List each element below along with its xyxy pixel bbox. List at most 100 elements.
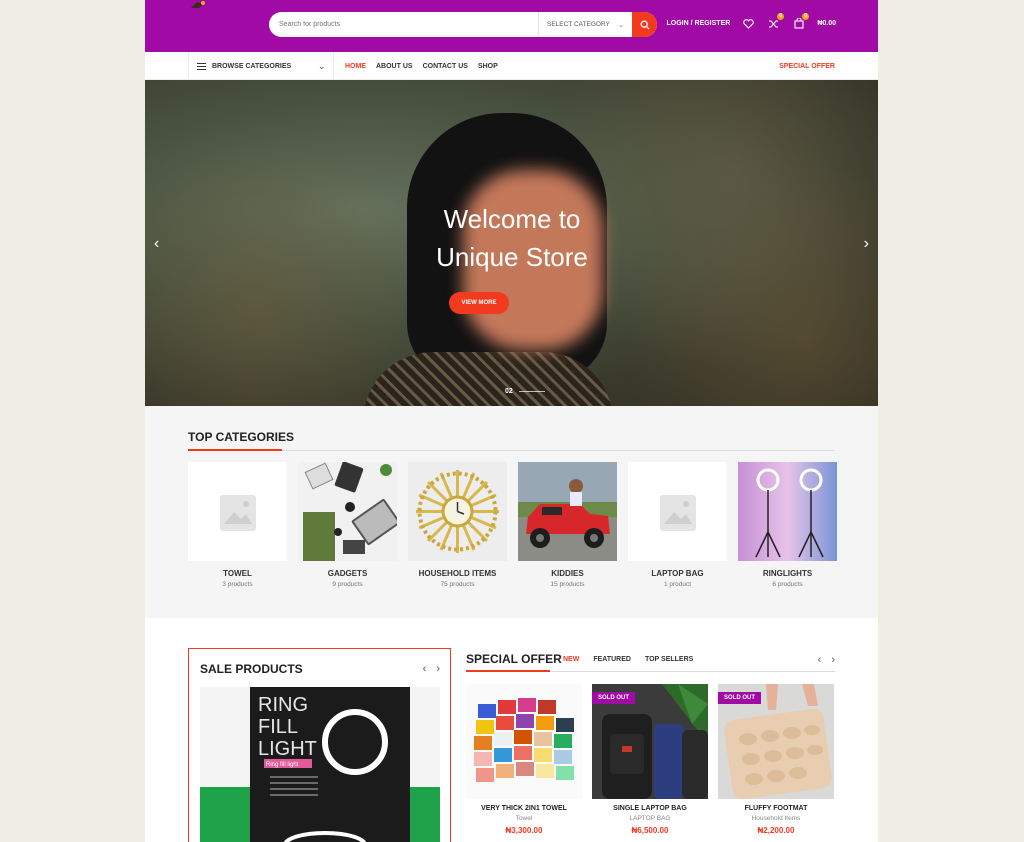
category-image[interactable] <box>518 462 617 561</box>
special-offer-products: VERY THICK 2IN1 TOWEL Towel ₦3,300.00 SO… <box>466 684 834 835</box>
search-input[interactable] <box>269 12 538 37</box>
tab-new[interactable]: NEW <box>563 656 579 663</box>
sale-products-title: SALE PRODUCTS <box>200 662 303 676</box>
category-image[interactable] <box>298 462 397 561</box>
product-card[interactable]: SOLD OUT FLUFFY FOOTMAT Household Items … <box>718 684 834 835</box>
category-name[interactable]: TOWEL <box>188 569 287 578</box>
category-card-gadgets[interactable]: GADGETS 9 products <box>298 462 397 588</box>
category-card-kiddies[interactable]: KIDDIES 15 products <box>518 462 617 588</box>
browse-categories-label: BROWSE CATEGORIES <box>212 62 292 70</box>
category-name[interactable]: LAPTOP BAG <box>628 569 727 578</box>
category-card-ringlights[interactable]: RINGLIGHTS 6 products <box>738 462 837 588</box>
product-name[interactable]: VERY THICK 2IN1 TOWEL <box>466 805 582 812</box>
category-card-towel[interactable]: TOWEL 3 products <box>188 462 287 588</box>
nav-item-shop[interactable]: SHOP <box>478 63 498 70</box>
offer-carousel-nav: ‹ › <box>818 654 835 666</box>
product-name[interactable]: SINGLE LAPTOP BAG <box>592 805 708 812</box>
hero-slider: Welcome to Unique Store VIEW MORE ‹ › 02 <box>145 80 878 406</box>
section-divider <box>188 449 835 451</box>
product-name[interactable]: FLUFFY FOOTMAT <box>718 805 834 812</box>
chevron-right-icon[interactable]: › <box>831 654 835 666</box>
main-navigation: BROWSE CATEGORIES ⌄ HOME ABOUT US CONTAC… <box>145 52 878 80</box>
product-card[interactable]: SOLD OUT SINGLE LAPTOP BAG LAPTOP BAG ₦6… <box>592 684 708 835</box>
special-offer-title: SPECIAL OFFER <box>466 652 562 666</box>
nav-item-about-us[interactable]: ABOUT US <box>376 63 413 70</box>
category-name[interactable]: HOUSEHOLD ITEMS <box>408 569 507 578</box>
chevron-left-icon[interactable]: ‹ <box>818 654 822 666</box>
category-name[interactable]: KIDDIES <box>518 569 617 578</box>
product-image[interactable] <box>466 684 582 799</box>
category-grid: TOWEL 3 products GADGETS 9 products HOUS… <box>188 462 837 588</box>
wall-clock-image <box>408 462 507 561</box>
cart-count-badge: 0 <box>802 13 810 20</box>
product-image[interactable]: SOLD OUT <box>592 684 708 799</box>
logo-icon[interactable] <box>189 0 207 10</box>
login-register-link[interactable]: LOGIN / REGISTER <box>667 20 731 27</box>
category-card-household-items[interactable]: HOUSEHOLD ITEMS 75 products <box>408 462 507 588</box>
wishlist-button[interactable] <box>742 17 755 30</box>
category-name[interactable]: RINGLIGHTS <box>738 569 837 578</box>
search-button[interactable] <box>632 12 657 37</box>
product-card[interactable]: VERY THICK 2IN1 TOWEL Towel ₦3,300.00 <box>466 684 582 835</box>
shopping-bag-icon <box>794 18 804 29</box>
special-offer-link[interactable]: SPECIAL OFFER <box>779 52 835 80</box>
category-count: 9 products <box>332 581 363 588</box>
product-category[interactable]: Towel <box>466 815 582 822</box>
product-price: ₦6,500.00 <box>631 826 669 835</box>
category-count: 1 product <box>663 581 692 588</box>
hero-title: Welcome to Unique Store <box>377 200 647 276</box>
product-price: ₦2,200.00 <box>757 826 795 835</box>
cart-button[interactable]: 0 <box>792 13 810 30</box>
chevron-left-icon[interactable]: ‹ <box>154 235 159 253</box>
top-header: SELECT CATEGORY ⌄ LOGIN / REGISTER <box>145 0 878 52</box>
box-tag-text: Ring fill light <box>266 762 299 768</box>
product-category[interactable]: LAPTOP BAG <box>592 815 708 822</box>
top-categories-title: TOP CATEGORIES <box>188 430 295 444</box>
browse-categories-button[interactable]: BROWSE CATEGORIES ⌄ <box>188 52 334 80</box>
category-select[interactable]: SELECT CATEGORY ⌄ <box>538 12 632 37</box>
box-text-fill: FILL <box>258 716 298 738</box>
nav-item-contact-us[interactable]: CONTACT US <box>423 63 468 70</box>
category-count: 6 products <box>772 581 803 588</box>
slide-number: 02 <box>505 388 513 395</box>
chevron-left-icon[interactable]: ‹ <box>423 663 427 675</box>
chevron-right-icon[interactable]: › <box>864 235 869 253</box>
cart-total[interactable]: ₦0.00 <box>817 20 836 27</box>
placeholder-image-icon <box>220 495 256 531</box>
category-card-laptop-bag[interactable]: LAPTOP BAG 1 product <box>628 462 727 588</box>
gadgets-image <box>298 462 397 561</box>
sold-out-badge: SOLD OUT <box>718 692 761 704</box>
page: SELECT CATEGORY ⌄ LOGIN / REGISTER <box>145 0 878 842</box>
chevron-right-icon[interactable]: › <box>436 663 440 675</box>
towels-image <box>466 684 582 799</box>
sold-out-badge: SOLD OUT <box>592 692 635 704</box>
menu-icon <box>197 62 206 70</box>
product-image[interactable]: SOLD OUT <box>718 684 834 799</box>
nav-item-home[interactable]: HOME <box>345 63 366 70</box>
tab-top-sellers[interactable]: TOP SELLERS <box>645 656 693 663</box>
category-name[interactable]: GADGETS <box>298 569 397 578</box>
hero-title-line-2: Unique Store <box>436 242 588 272</box>
category-image[interactable] <box>628 462 727 561</box>
category-image[interactable] <box>738 462 837 561</box>
category-count: 3 products <box>222 581 253 588</box>
placeholder-image-icon <box>660 495 696 531</box>
compare-button[interactable]: 0 <box>767 13 785 30</box>
nav-menu: HOME ABOUT US CONTACT US SHOP <box>345 52 498 80</box>
ring-light-image <box>738 462 837 561</box>
heart-icon <box>743 18 755 29</box>
category-count: 15 products <box>550 581 585 588</box>
shuffle-icon <box>769 19 779 28</box>
category-image[interactable] <box>408 462 507 561</box>
category-image[interactable] <box>188 462 287 561</box>
view-more-button[interactable]: VIEW MORE <box>449 292 509 314</box>
sale-product-image[interactable]: RING FILL LIGHT Ring fill light <box>200 687 440 842</box>
kids-car-image <box>518 462 617 561</box>
sale-carousel-nav: ‹ › <box>423 663 440 675</box>
slider-pagination[interactable]: 02 <box>505 388 545 395</box>
search-icon <box>640 20 649 29</box>
tab-featured[interactable]: FEATURED <box>593 656 631 663</box>
special-offer-tabs: NEW FEATURED TOP SELLERS <box>563 656 693 663</box>
product-price: ₦3,300.00 <box>505 826 543 835</box>
product-category[interactable]: Household Items <box>718 815 834 822</box>
